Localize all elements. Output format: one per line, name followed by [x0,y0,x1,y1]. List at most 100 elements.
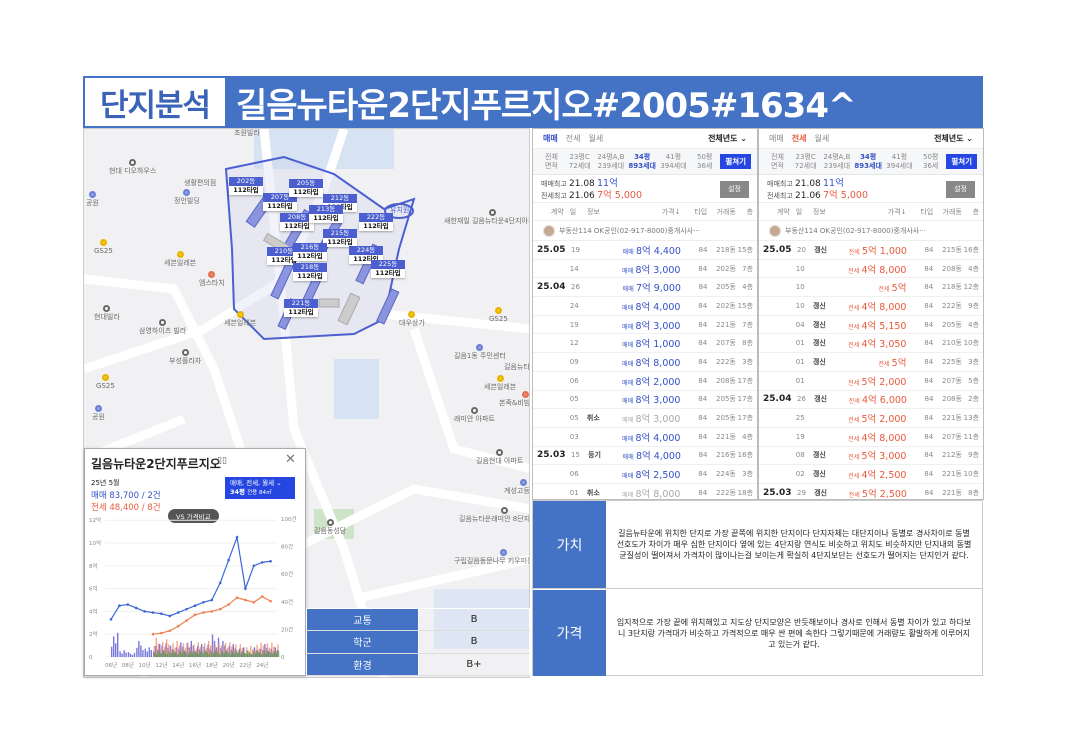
tab-jeonse[interactable]: 전세 [566,133,581,144]
building-marker[interactable]: 213동 112타입 [309,205,343,223]
rating-row: 교통 B [306,607,530,632]
map-place: 삼영하이츠 빌라 [139,327,187,335]
data-point [260,595,264,598]
volume-bar [200,651,202,657]
contract-day: 02 [795,470,805,479]
building-marker[interactable]: 202동 112타입 [229,177,263,195]
map-place: 길음1동 주민센터 [454,352,506,360]
contract-day: 03 [569,432,579,441]
column-header[interactable]: 가격↓ [834,207,907,217]
area-option[interactable]: 50평 36세 [915,153,946,171]
contract-day: 10 [795,301,805,310]
building-type: 112타입 [289,188,323,197]
area-size: 50평 [697,152,713,161]
evaluation-label: 가치 [533,501,606,588]
building-marker[interactable]: 222동 112타입 [359,213,393,231]
volume-bar [275,653,278,657]
expand-button[interactable]: 펼쳐기 [946,154,978,169]
rating-label: 학군 [306,630,419,654]
y-right-tick: 60건 [281,571,293,578]
deal-price: 5억 2,000 [861,376,907,388]
deal-info: 갱신 [812,451,826,460]
area-option[interactable]: 24평A,B 239세대 [595,153,626,171]
map-place: 구립길음동문나무 키우미동동센터 [454,557,529,565]
building-dong: 207동 [942,432,962,441]
agent-row[interactable]: 부동산114 OK공인(02-917-8000)중개사사··· [759,221,983,241]
volume-bar [219,654,221,657]
avatar [769,224,781,237]
volume-bar [166,654,168,657]
area-option[interactable]: 50평 36세 [689,153,720,171]
sale-high-label: 매매최고 [541,180,567,188]
y-right-tick: 100건 [281,516,297,523]
tab-monthly[interactable]: 월세 [588,133,603,144]
building-marker[interactable]: 221동 112타입 [284,299,318,317]
deal-price: 8억 2,500 [635,470,681,482]
volume-bar [168,651,170,657]
area-size: 23평C [795,152,816,161]
tab-jeonse[interactable]: 전세 [792,133,807,144]
area-option[interactable]: 34평 893세대 [627,153,658,171]
area-option[interactable]: 23평C 72세대 [790,153,821,171]
x-tick: 08년 [122,661,134,669]
year-filter-dropdown[interactable]: 전체년도 ⌄ [934,133,973,144]
area-option[interactable]: 34평 893세대 [853,153,884,171]
data-point [252,564,256,568]
y-left-tick: 12억 [89,516,101,524]
building-dong: 205동 [942,320,962,329]
contract-day: 26 [571,283,580,292]
unit-type: 84 [698,320,708,329]
transaction-row: 05 취소 매매 8억 3,000 84 205동 17층 [533,409,757,428]
deal-type: 전세 [848,267,860,275]
tab-sale[interactable]: 매매 [769,133,784,144]
volume-bar [217,652,219,657]
volume-bar [127,652,130,657]
y-right-tick: 20건 [281,626,293,633]
volume-bar [185,652,187,657]
unit-type: 84 [924,414,934,423]
year-filter-dropdown[interactable]: 전체년도 ⌄ [708,133,747,144]
volume-bar [269,652,271,657]
area-option[interactable]: 23평C 72세대 [564,153,595,171]
area-option[interactable]: 41평 394세대 [884,153,915,171]
deal-info: 갱신 [814,488,827,497]
building-marker[interactable]: 216동 112타입 [293,243,327,261]
y-left-tick: 10억 [89,539,101,547]
unit-type: 84 [924,245,934,254]
area-label: 전체 [771,152,784,161]
building-dong: 218동 [942,283,962,292]
contract-day: 24 [569,301,579,310]
tab-sale[interactable]: 매매 [543,133,558,144]
column-header: 일 [795,207,803,216]
deal-type: 매매 [622,342,634,350]
deal-price: 5억 2,000 [861,414,907,426]
area-households: 72세대 [794,161,817,170]
contract-day: 05 [569,414,579,423]
volume-bar [225,650,227,657]
agent-info: 부동산114 OK공인(02-917-8000)중개사사··· [785,226,926,235]
area-option[interactable]: 41평 394세대 [658,153,689,171]
volume-bar [154,652,156,657]
agent-row[interactable]: 부동산114 OK공인(02-917-8000)중개사사··· [533,221,757,241]
area-option[interactable]: 24평A,B 239세대 [821,153,852,171]
data-point [168,614,172,618]
deal-type: 전세 [848,304,860,312]
column-header[interactable]: 가격↓ [608,207,681,217]
settings-button[interactable]: 설정 [720,181,749,198]
building-marker[interactable]: 225동 112타입 [371,260,405,278]
settings-button[interactable]: 설정 [946,181,975,198]
building-marker[interactable]: 215동 112타입 [323,229,357,247]
agent-info: 부동산114 OK공인(02-917-8000)중개사사··· [559,226,700,235]
deal-type: 전세 [848,435,860,443]
volume-bar [125,652,127,657]
volume-bar [150,650,152,657]
building-marker[interactable]: 218동 112타입 [293,263,327,281]
contract-day: 06 [569,470,579,479]
expand-button[interactable]: 펼쳐기 [720,154,752,169]
building-dong: 213동 [309,205,343,214]
tab-monthly[interactable]: 월세 [814,133,829,144]
data-point [218,581,222,585]
building-marker[interactable]: 205동 112타입 [289,179,323,197]
contract-day: 01 [795,376,805,385]
volume-bar [263,651,265,657]
